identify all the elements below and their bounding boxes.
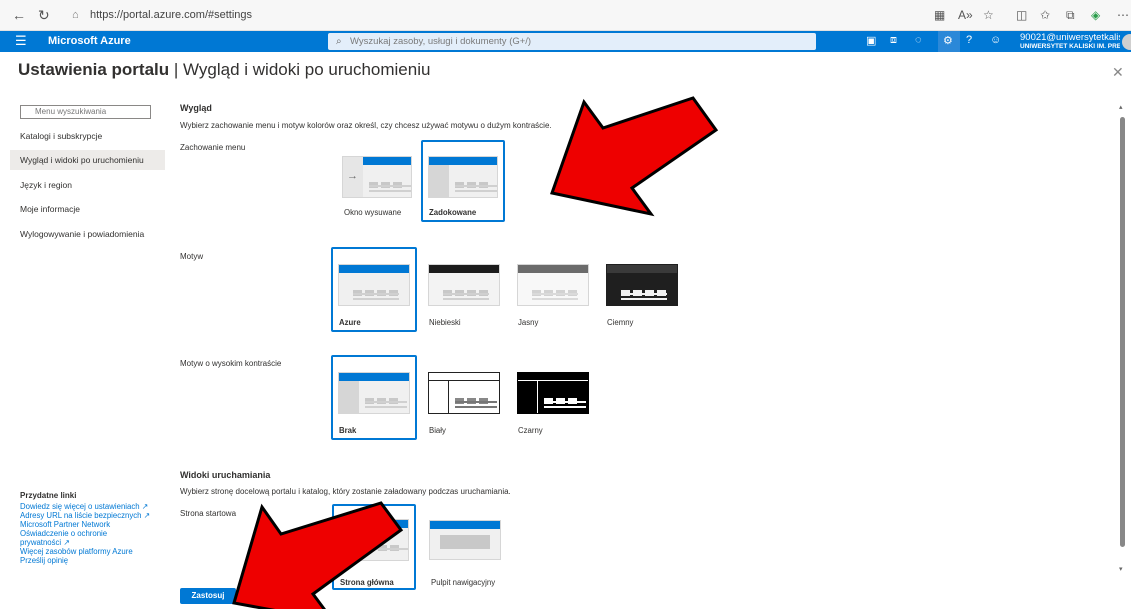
annotation-layer — [232, 96, 719, 609]
annotation-arrow — [232, 501, 404, 609]
annotation-arrow — [550, 96, 719, 217]
